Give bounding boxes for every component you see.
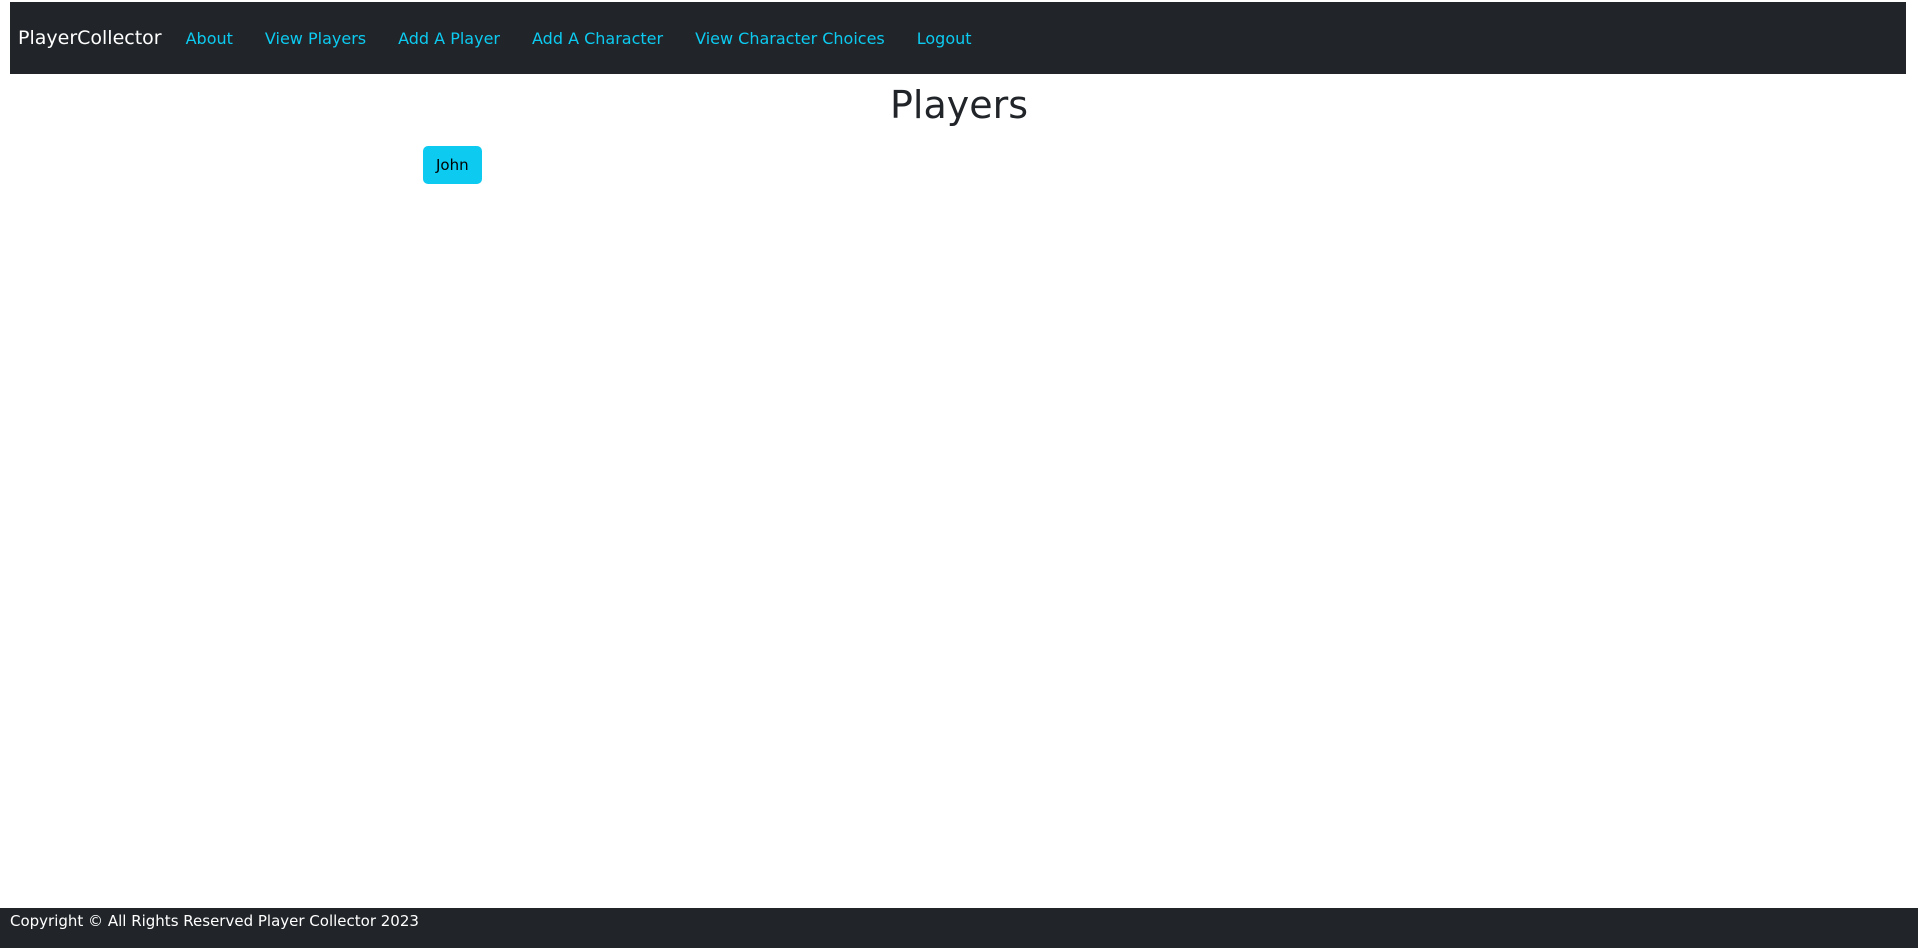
player-button-john[interactable]: John [423, 146, 482, 184]
nav-link-view-players[interactable]: View Players [265, 29, 366, 48]
page-title: Players [889, 83, 1029, 127]
nav-link-add-character[interactable]: Add A Character [532, 29, 663, 48]
navbar: PlayerCollector About View Players Add A… [10, 2, 1906, 74]
brand-link[interactable]: PlayerCollector [18, 27, 162, 49]
nav-link-view-character-choices[interactable]: View Character Choices [695, 29, 885, 48]
page: PlayerCollector About View Players Add A… [0, 0, 1918, 948]
footer: Copyright © All Rights Reserved Player C… [0, 908, 1918, 948]
footer-copyright: Copyright © All Rights Reserved Player C… [10, 912, 419, 930]
player-list: John [423, 146, 482, 184]
nav-link-logout[interactable]: Logout [917, 29, 972, 48]
nav-link-about[interactable]: About [186, 29, 233, 48]
nav-list: About View Players Add A Player Add A Ch… [186, 29, 1004, 48]
nav-link-add-player[interactable]: Add A Player [398, 29, 500, 48]
